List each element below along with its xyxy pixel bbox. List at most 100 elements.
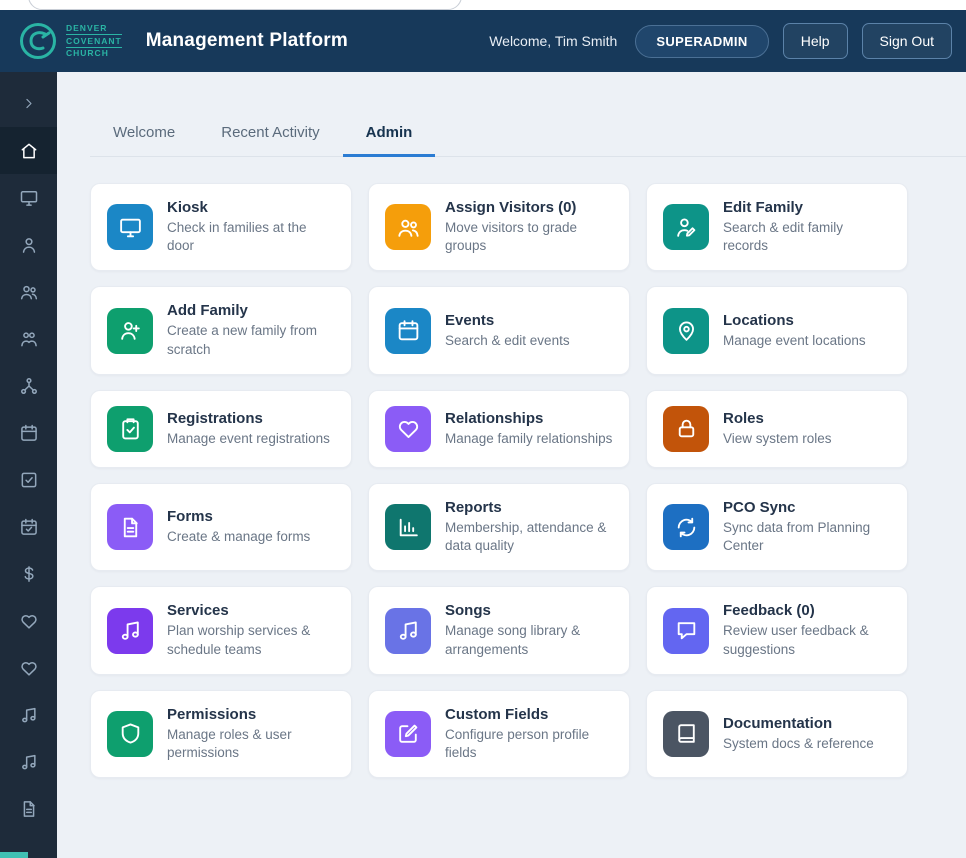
card-title: Feedback (0) (723, 602, 891, 619)
card-title: Add Family (167, 302, 335, 319)
card-documentation[interactable]: Documentation System docs & reference (646, 690, 908, 778)
calendar-icon (385, 308, 431, 354)
sidebar-item-kiosk[interactable] (0, 174, 57, 221)
logo-line-3: CHURCH (66, 48, 122, 59)
music-icon (19, 705, 39, 725)
shield-icon (107, 711, 153, 757)
sidebar-item-home[interactable] (0, 127, 57, 174)
card-locations[interactable]: LocationsManage event locations (646, 286, 908, 374)
card-text: Registrations Manage event registrations (167, 410, 330, 448)
sidebar (0, 72, 57, 858)
chevron-right-icon (21, 96, 36, 111)
main-content: WelcomeRecent ActivityAdmin KioskCheck i… (57, 72, 966, 858)
logo-line-2: COVENANT (66, 34, 122, 49)
sidebar-item-calendar[interactable] (0, 409, 57, 456)
card-description: Search & edit family records (723, 219, 891, 255)
card-relationships[interactable]: RelationshipsManage family relationships (368, 390, 630, 468)
tab-admin[interactable]: Admin (343, 114, 436, 157)
music-icon (385, 608, 431, 654)
person-edit-icon (663, 204, 709, 250)
card-registrations[interactable]: Registrations Manage event registrations (90, 390, 352, 468)
card-description: Create a new family from scratch (167, 322, 335, 358)
card-title: Permissions (167, 706, 335, 723)
card-title: Edit Family (723, 199, 891, 216)
sidebar-item-expand-sidebar[interactable] (0, 80, 57, 127)
card-text: RolesView system roles (723, 410, 832, 448)
home-icon (19, 141, 39, 161)
sidebar-item-giving[interactable] (0, 550, 57, 597)
card-title: Documentation (723, 715, 874, 732)
heart-icon (19, 658, 39, 678)
card-title: Services (167, 602, 335, 619)
card-assign-visitors-0[interactable]: Assign Visitors (0)Move visitors to grad… (368, 183, 630, 271)
card-reports[interactable]: ReportsMembership, attendance & data qua… (368, 483, 630, 571)
book-icon (663, 711, 709, 757)
edit-square-icon (385, 711, 431, 757)
sidebar-item-people[interactable] (0, 268, 57, 315)
music-icon (107, 608, 153, 654)
sidebar-item-services[interactable] (0, 691, 57, 738)
card-text: ReportsMembership, attendance & data qua… (445, 499, 613, 555)
card-description: View system roles (723, 430, 832, 448)
card-title: Events (445, 312, 570, 329)
sidebar-item-feedback-heart[interactable] (0, 644, 57, 691)
card-text: Edit Family Search & edit family records (723, 199, 891, 255)
card-title: PCO Sync (723, 499, 891, 516)
card-pco-sync[interactable]: PCO SyncSync data from Planning Center (646, 483, 908, 571)
person-plus-icon (107, 308, 153, 354)
music-icon (19, 752, 39, 772)
sidebar-item-relationships-heart[interactable] (0, 597, 57, 644)
card-title: Forms (167, 508, 310, 525)
file-icon (107, 504, 153, 550)
card-permissions[interactable]: Permissions Manage roles & user permissio… (90, 690, 352, 778)
clipboard-check-icon (107, 406, 153, 452)
bottom-accent-strip (0, 852, 28, 858)
card-custom-fields[interactable]: Custom FieldsConfigure person profile fi… (368, 690, 630, 778)
card-title: Kiosk (167, 199, 335, 216)
card-title: Assign Visitors (0) (445, 199, 613, 216)
sidebar-item-documentation[interactable] (0, 785, 57, 832)
calendar-icon (19, 423, 39, 443)
help-button[interactable]: Help (783, 23, 848, 59)
sidebar-item-songs[interactable] (0, 738, 57, 785)
network-icon (19, 376, 39, 396)
sign-out-button[interactable]: Sign Out (862, 23, 952, 59)
sidebar-item-events-check[interactable] (0, 503, 57, 550)
sidebar-item-relationships[interactable] (0, 362, 57, 409)
card-text: Custom FieldsConfigure person profile fi… (445, 706, 613, 762)
card-text: KioskCheck in families at the door (167, 199, 335, 255)
sidebar-item-families[interactable] (0, 315, 57, 362)
card-edit-family[interactable]: Edit Family Search & edit family records (646, 183, 908, 271)
card-description: Manage event registrations (167, 430, 330, 448)
app-title: Management Platform (146, 30, 348, 52)
card-text: SongsManage song library & arrangements (445, 602, 613, 658)
people-icon (19, 282, 39, 302)
card-kiosk[interactable]: KioskCheck in families at the door (90, 183, 352, 271)
card-text: EventsSearch & edit events (445, 312, 570, 350)
logo-line-1: DENVER (66, 23, 122, 34)
card-text: Permissions Manage roles & user permissio… (167, 706, 335, 762)
card-songs[interactable]: SongsManage song library & arrangements (368, 586, 630, 674)
card-text: Documentation System docs & reference (723, 715, 874, 753)
card-description: Manage roles & user permissions (167, 726, 335, 762)
card-forms[interactable]: Forms Create & manage forms (90, 483, 352, 571)
browser-chrome-edge (0, 0, 966, 10)
card-description: System docs & reference (723, 735, 874, 753)
tab-welcome[interactable]: Welcome (90, 114, 198, 157)
lock-icon (663, 406, 709, 452)
chat-icon (663, 608, 709, 654)
card-events[interactable]: EventsSearch & edit events (368, 286, 630, 374)
sidebar-item-registrations[interactable] (0, 456, 57, 503)
card-text: Feedback (0)Review user feedback & sugge… (723, 602, 891, 658)
card-feedback-0[interactable]: Feedback (0)Review user feedback & sugge… (646, 586, 908, 674)
card-title: Registrations (167, 410, 330, 427)
card-description: Manage event locations (723, 332, 866, 350)
card-add-family[interactable]: Add Family Create a new family from scrat… (90, 286, 352, 374)
tab-recent-activity[interactable]: Recent Activity (198, 114, 342, 157)
card-description: Create & manage forms (167, 528, 310, 546)
people-icon (385, 204, 431, 250)
sidebar-item-person[interactable] (0, 221, 57, 268)
card-services[interactable]: ServicesPlan worship services & schedule… (90, 586, 352, 674)
address-bar-fragment (28, 0, 462, 10)
card-roles[interactable]: RolesView system roles (646, 390, 908, 468)
